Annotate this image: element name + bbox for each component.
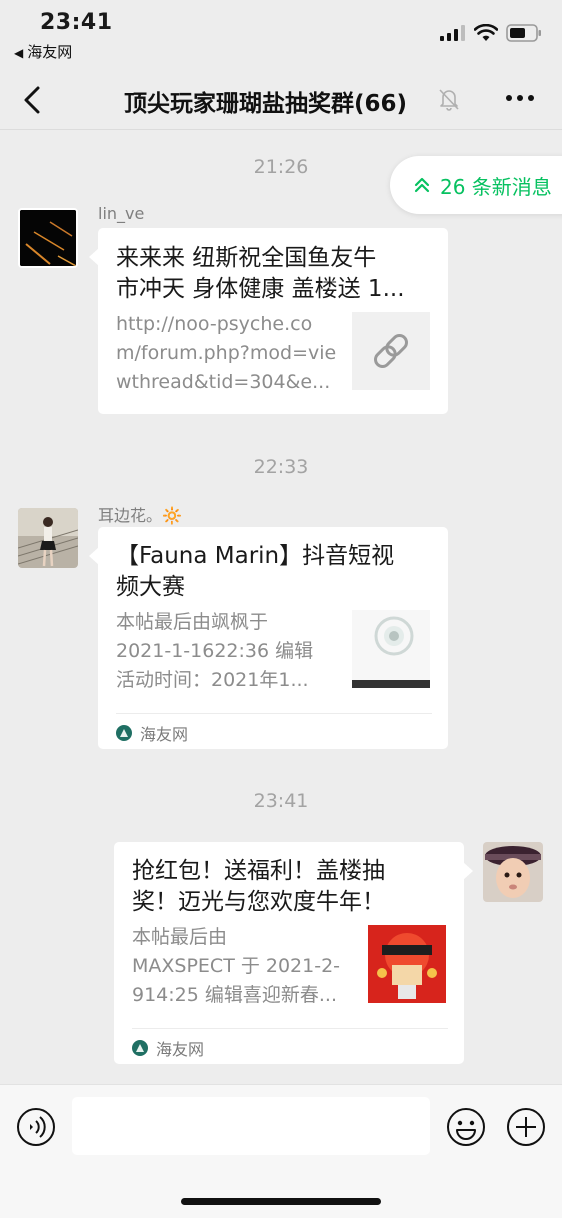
link-card-message[interactable]: 抢红包！送福利！盖楼抽 奖！迈光与您欢度牛年！ 本帖最后由 MAXSPECT 于… xyxy=(114,842,473,1064)
status-icons xyxy=(440,24,542,42)
avatar-image xyxy=(483,842,543,902)
status-bar: 23:41 ◀ 海友网 xyxy=(0,0,562,70)
source-logo-icon xyxy=(116,725,132,741)
message-input[interactable] xyxy=(72,1097,430,1155)
more-options-button[interactable] xyxy=(504,86,536,110)
chat-header: 顶尖玩家珊瑚盐抽奖群(66) xyxy=(0,70,562,130)
card-title-line: 市冲天 身体健康 盖楼送 1... xyxy=(116,276,405,302)
voice-input-button[interactable] xyxy=(16,1107,56,1147)
card-desc-line: 本帖最后由飒枫于 xyxy=(116,611,269,633)
source-label: 海友网 xyxy=(156,1040,205,1059)
new-messages-label: 26 条新消息 xyxy=(440,174,552,199)
card-description: 本帖最后由 MAXSPECT 于 2021-2- 914:25 编辑喜迎新春..… xyxy=(132,923,364,1010)
message-timestamp: 22:33 xyxy=(253,456,309,478)
card-title-line: 抢红包！送福利！盖楼抽 xyxy=(132,858,385,884)
card-desc-line: MAXSPECT 于 2021-2- xyxy=(132,955,341,977)
message-timestamp: 23:41 xyxy=(253,790,309,812)
back-triangle-icon: ◀ xyxy=(14,46,24,60)
card-title: 来来来 纽斯祝全国鱼友牛 市冲天 身体健康 盖楼送 1... xyxy=(116,243,436,305)
link-card-message[interactable]: 【Fauna Marin】抖音短视 频大赛 本帖最后由飒枫于 2021-1-16… xyxy=(89,527,448,749)
card-desc-line: wthread&tid=304&e... xyxy=(116,371,331,393)
mute-bell-icon xyxy=(439,89,459,111)
card-source: 海友网 xyxy=(132,1036,204,1060)
back-to-app-link[interactable]: ◀ 海友网 xyxy=(14,41,72,62)
back-arrow-icon[interactable] xyxy=(18,82,50,118)
link-icon xyxy=(374,334,408,368)
card-desc-line: 活动时间：2021年1... xyxy=(116,669,309,691)
card-title-line: 奖！迈光与您欢度牛年！ xyxy=(132,889,385,915)
card-divider xyxy=(116,713,432,714)
card-divider xyxy=(132,1028,448,1029)
card-desc-line: m/forum.php?mod=vie xyxy=(116,342,337,364)
chat-title: 顶尖玩家珊瑚盐抽奖群(66) xyxy=(124,91,408,117)
card-desc-line: 2021-1-1622:36 编辑 xyxy=(116,640,314,662)
status-time: 23:41 xyxy=(40,10,113,35)
battery-icon xyxy=(506,24,541,42)
card-title-line: 频大赛 xyxy=(116,574,185,600)
card-thumbnail xyxy=(352,312,430,390)
double-chevron-up-icon xyxy=(414,176,430,194)
thumbnail-image xyxy=(352,610,430,688)
avatar-image xyxy=(20,210,76,266)
thumbnail-image xyxy=(368,925,446,1003)
more-actions-plus-button[interactable] xyxy=(506,1107,546,1147)
new-messages-button[interactable]: 26 条新消息 xyxy=(390,156,562,214)
card-title: 抢红包！送福利！盖楼抽 奖！迈光与您欢度牛年！ xyxy=(132,856,452,918)
signal-icon xyxy=(440,25,465,41)
card-desc-line: 914:25 编辑喜迎新春... xyxy=(132,984,338,1006)
card-thumbnail xyxy=(352,610,430,688)
bubble-tail xyxy=(89,248,99,266)
card-title: 【Fauna Marin】抖音短视 频大赛 xyxy=(116,541,436,603)
card-description: http://noo-psyche.co m/forum.php?mod=vie… xyxy=(116,310,346,397)
link-card-message[interactable]: 来来来 纽斯祝全国鱼友牛 市冲天 身体健康 盖楼送 1... http://no… xyxy=(89,228,448,414)
card-title-line: 来来来 纽斯祝全国鱼友牛 xyxy=(116,245,377,271)
avatar-self[interactable] xyxy=(483,842,543,902)
emoji-button[interactable] xyxy=(446,1107,486,1147)
card-description: 本帖最后由飒枫于 2021-1-1622:36 编辑 活动时间：2021年1..… xyxy=(116,608,346,695)
back-app-label: 海友网 xyxy=(27,43,73,61)
card-desc-line: 本帖最后由 xyxy=(132,926,228,948)
wifi-icon xyxy=(474,24,498,41)
sender-name: lin_ve xyxy=(98,204,145,223)
avatar-lin-ve[interactable] xyxy=(18,208,78,268)
card-source: 海友网 xyxy=(116,721,188,745)
bubble-tail xyxy=(463,862,473,880)
sender-name: 耳边花。🔆 xyxy=(98,506,182,525)
card-thumbnail xyxy=(368,925,446,1003)
card-desc-line: http://noo-psyche.co xyxy=(116,313,313,335)
source-label: 海友网 xyxy=(140,725,189,744)
avatar-sender-2[interactable] xyxy=(18,508,78,568)
card-title-line: 【Fauna Marin】抖音短视 xyxy=(116,543,395,569)
avatar-image xyxy=(18,508,78,568)
bubble-tail xyxy=(89,547,99,565)
source-logo-icon xyxy=(132,1040,148,1056)
home-indicator[interactable] xyxy=(181,1198,381,1205)
